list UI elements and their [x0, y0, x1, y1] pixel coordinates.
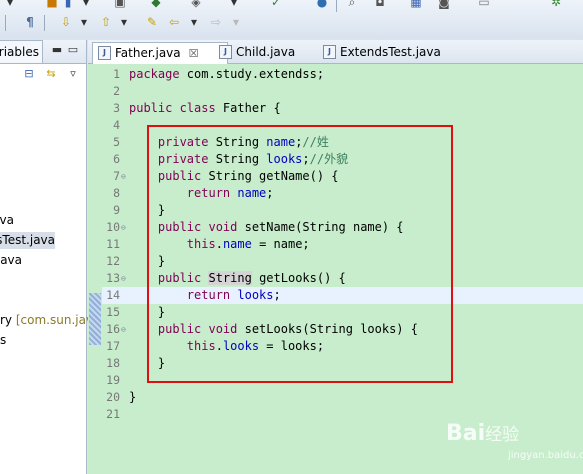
link-editor-icon[interactable]: ⇆ — [44, 67, 58, 81]
line-number: 13 — [106, 271, 120, 285]
chevron-icon[interactable]: ▾ — [2, 0, 18, 10]
fold-toggle-icon[interactable]: ⊖ — [121, 168, 126, 185]
line-number: 2 — [113, 84, 120, 98]
fold-toggle-icon[interactable]: ⊖ — [121, 270, 126, 287]
baidu-watermark: Bai经验 — [446, 421, 520, 446]
dropdown-arrow-icon-4[interactable]: ▾ — [116, 14, 132, 30]
baidu-watermark-url: jingyan.baidu.com — [508, 450, 583, 461]
tab-father-java[interactable]: J Father.java ☒ — [92, 42, 228, 64]
fold-toggle-icon[interactable]: ⊖ — [121, 321, 126, 338]
code-line[interactable]: 20} — [102, 389, 583, 406]
toolbar-separator-3 — [44, 15, 45, 31]
tab-label: ExtendsTest.java — [340, 45, 441, 59]
globe-icon[interactable]: ● — [314, 0, 330, 10]
code-text: public class Father { — [129, 101, 281, 115]
search-icon[interactable]: ⌕ — [344, 0, 360, 10]
dropdown-arrow-icon-5[interactable]: ▾ — [186, 14, 202, 30]
tree-item[interactable]: ava — [0, 252, 22, 269]
line-number: 8 — [113, 186, 120, 200]
package-explorer-panel: ariables ▬ ▭ ⊟ ⇆ ▿ va sTest.java ava ry … — [0, 40, 93, 474]
line-number: 7 — [113, 169, 120, 183]
tab-variables[interactable]: ariables — [0, 40, 43, 64]
line-number: 17 — [106, 339, 120, 353]
left-panel-tabbar: ariables ▬ ▭ — [0, 40, 86, 64]
line-number: 15 — [106, 305, 120, 319]
gear-icon[interactable]: ✲ — [548, 0, 564, 10]
tab-variables-label: ariables — [0, 45, 39, 59]
settings-icon[interactable]: ▭ — [476, 0, 492, 10]
line-number: 16 — [106, 322, 120, 336]
line-number: 20 — [106, 390, 120, 404]
dropdown-arrow-icon-2[interactable]: ▾ — [226, 0, 242, 10]
view-menu-icon[interactable]: ▿ — [66, 67, 80, 81]
line-number: 19 — [106, 373, 120, 387]
build-icon[interactable]: ◙ — [436, 0, 452, 10]
highlight-box — [147, 125, 453, 383]
java-file-icon: J — [323, 45, 336, 59]
calendar-icon[interactable]: ▦ — [408, 0, 424, 10]
tab-label: Child.java — [236, 45, 296, 59]
line-number: 11 — [106, 237, 120, 251]
close-icon[interactable]: ☒ — [189, 47, 199, 60]
toolbar-separator-2 — [5, 15, 6, 31]
tree-item-selected[interactable]: sTest.java — [0, 232, 55, 249]
toolbar-row-2: ¶ ⇩ ▾ ⇧ ▾ ✎ ⇦ ▾ ⇨ ▾ — [0, 14, 583, 32]
line-number: 10 — [106, 220, 120, 234]
tree-item[interactable]: va — [0, 212, 14, 229]
tab-label: Father.java — [115, 46, 181, 60]
prev-annotation-icon[interactable]: ⇧ — [98, 14, 114, 30]
line-number: 5 — [113, 135, 120, 149]
line-number: 4 — [113, 118, 120, 132]
check-icon[interactable]: ✓ — [268, 0, 284, 10]
nav-icon[interactable]: ◘ — [372, 0, 388, 10]
toolbar-separator — [336, 0, 337, 12]
book-icon[interactable]: ▮ — [60, 0, 76, 10]
forward-icon[interactable]: ⇨ — [208, 14, 224, 30]
pilcrow-icon[interactable]: ¶ — [22, 14, 38, 30]
dropdown-arrow-icon-6[interactable]: ▾ — [228, 14, 244, 30]
fold-toggle-icon[interactable]: ⊖ — [121, 219, 126, 236]
line-number: 9 — [113, 203, 120, 217]
line-number: 6 — [113, 152, 120, 166]
line-number: 1 — [113, 67, 120, 81]
dropdown-arrow-icon-3[interactable]: ▾ — [76, 14, 92, 30]
tab-child-java[interactable]: J Child.java — [214, 42, 295, 62]
code-line[interactable]: 3 public class Father { — [102, 100, 583, 117]
run-icon[interactable]: ◆ — [148, 0, 164, 10]
line-number: 3 — [113, 101, 120, 115]
left-panel-toolbar: ⊟ ⇆ ▿ — [0, 64, 86, 86]
maximize-icon[interactable]: ▭ — [66, 43, 80, 57]
back-icon[interactable]: ⇦ — [166, 14, 182, 30]
java-file-icon: J — [219, 45, 232, 59]
tree-item-library[interactable]: ry [com.sun.jav — [0, 312, 93, 329]
line-number: 12 — [106, 254, 120, 268]
tree-item[interactable]: s — [0, 332, 6, 349]
code-text: } — [129, 390, 137, 404]
toolbar-row-1: ▾ ■ ▮ ▾ ▣ ◆ ◈ ▾ ✓ ● ⌕ ◘ ▦ ◙ ▭ ✲ — [0, 0, 583, 12]
dropdown-arrow-icon[interactable]: ▾ — [78, 0, 94, 10]
collapse-all-icon[interactable]: ⊟ — [22, 67, 36, 81]
line-number: 18 — [106, 356, 120, 370]
debug-icon[interactable]: ◈ — [188, 0, 204, 10]
code-text: package com.study.extendss; — [129, 67, 325, 81]
line-number: 14 — [106, 288, 120, 302]
minimize-icon[interactable]: ▬ — [50, 43, 64, 57]
vertical-ruler[interactable] — [88, 64, 102, 474]
occurrence-marker — [89, 293, 101, 345]
tab-extendstest-java[interactable]: J ExtendsTest.java — [318, 42, 441, 62]
code-line[interactable]: 1 package com.study.extendss; — [102, 66, 583, 83]
package-icon[interactable]: ■ — [44, 0, 60, 10]
image-icon[interactable]: ▣ — [112, 0, 128, 10]
line-number: 21 — [106, 407, 120, 421]
code-line[interactable]: 2 — [102, 83, 583, 100]
java-file-icon: J — [98, 46, 111, 60]
editor-tabbar: J Father.java ☒ J Child.java J ExtendsTes… — [88, 40, 583, 64]
main-toolbar: ▾ ■ ▮ ▾ ▣ ◆ ◈ ▾ ✓ ● ⌕ ◘ ▦ ◙ ▭ ✲ ¶ ⇩ ▾ ⇧ … — [0, 0, 583, 38]
last-edit-icon[interactable]: ✎ — [144, 14, 160, 30]
next-annotation-icon[interactable]: ⇩ — [58, 14, 74, 30]
